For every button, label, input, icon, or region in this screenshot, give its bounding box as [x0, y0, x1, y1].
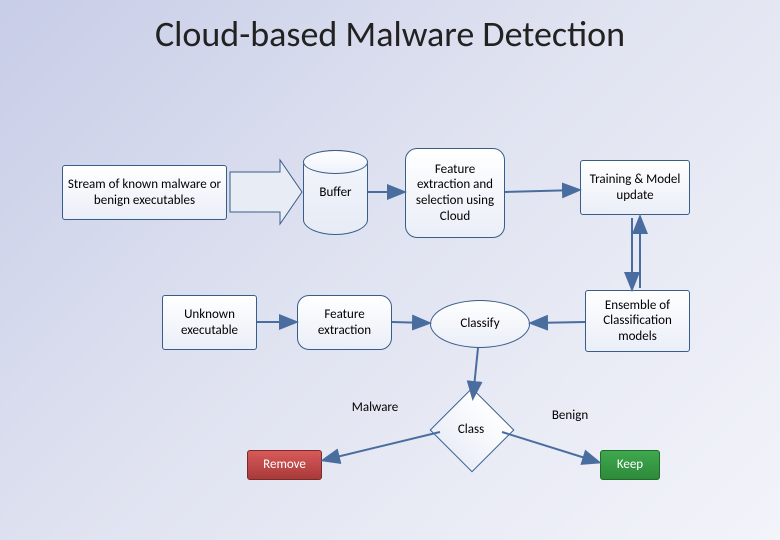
- action-remove: Remove: [247, 450, 322, 480]
- node-ensemble: Ensemble of Classification models: [585, 290, 690, 352]
- action-keep: Keep: [600, 450, 660, 480]
- node-feature-extract: Feature extraction: [297, 295, 392, 350]
- node-buffer-label: Buffer: [319, 185, 351, 201]
- node-classify: Classify: [430, 300, 530, 348]
- node-buffer: Buffer: [303, 150, 368, 235]
- node-stream: Stream of known malware or benign execut…: [62, 165, 227, 220]
- edge-label-malware: Malware: [340, 398, 410, 418]
- edge-label-benign: Benign: [540, 406, 600, 426]
- node-feature-cloud: Feature extraction and selection using C…: [405, 148, 505, 238]
- slide-title: Cloud-based Malware Detection: [0, 12, 780, 56]
- node-class-label: Class: [442, 400, 500, 458]
- node-unknown: Unknown executable: [162, 295, 257, 350]
- node-training: Training & Model update: [580, 160, 690, 215]
- arrows-layer: [0, 0, 780, 540]
